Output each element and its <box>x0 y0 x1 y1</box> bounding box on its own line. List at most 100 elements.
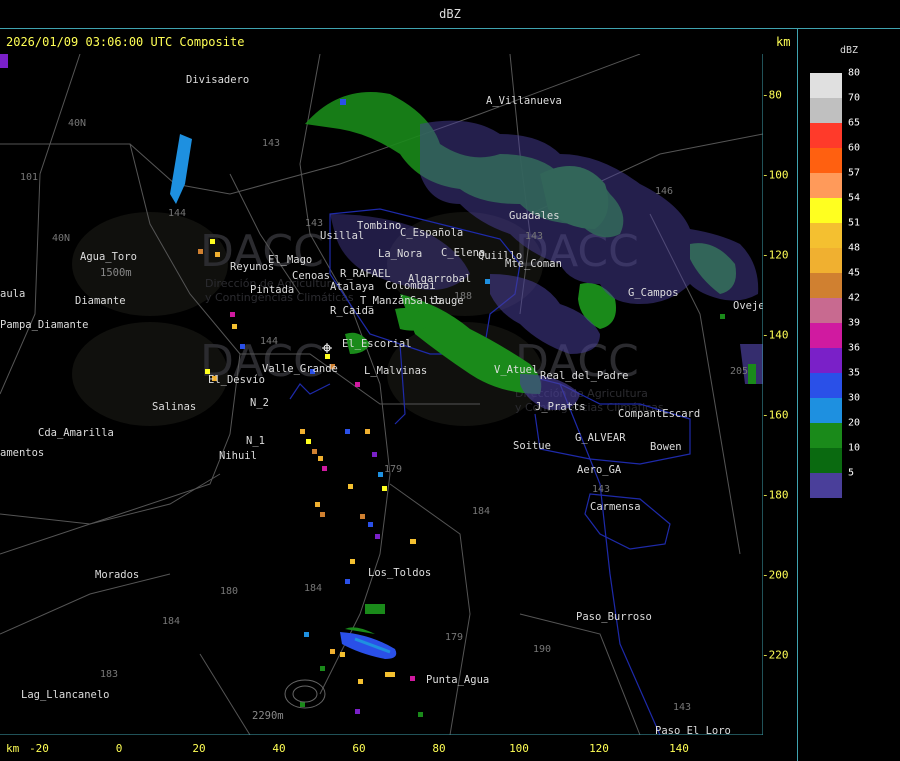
route-number: 184 <box>304 583 322 594</box>
place-label: Colombai <box>385 280 436 292</box>
y-tick-label: -140 <box>762 328 789 342</box>
place-label: Paso_Burroso <box>576 611 652 623</box>
place-label: Real_del_Padre <box>540 370 629 382</box>
place-label: C_Española <box>400 227 463 239</box>
legend-swatch <box>810 473 842 498</box>
place-label: V_Atuel <box>494 364 538 376</box>
legend-label: 42 <box>848 292 861 304</box>
x-tick-label: -20 <box>29 742 49 755</box>
place-label: Valle_Grande <box>262 363 338 375</box>
route-number: 143 <box>592 484 610 495</box>
legend-swatch <box>810 223 842 248</box>
legend-swatch <box>810 448 842 473</box>
route-number: 183 <box>100 669 118 680</box>
legend-swatch <box>810 323 842 348</box>
place-label: G_Campos <box>628 287 679 299</box>
place-label: N_1 <box>246 435 265 447</box>
y-tick-label: -200 <box>762 568 789 582</box>
y-tick-label: -100 <box>762 168 789 182</box>
place-label: A_Villanueva <box>486 95 562 107</box>
route-number: 144 <box>260 336 278 347</box>
y-tick-label: -160 <box>762 408 789 422</box>
place-label: Guadales <box>509 210 560 222</box>
place-label: Divisadero <box>186 74 249 86</box>
legend-swatch <box>810 373 842 398</box>
place-label: Tombino <box>357 220 401 232</box>
timestamp-label: 2026/01/09 03:06:00 UTC Composite <box>6 35 245 49</box>
place-label: Lag_Llancanelo <box>21 689 110 701</box>
place-label: Bowen <box>650 441 682 453</box>
place-label: aula <box>0 288 25 300</box>
place-label: Nihuil <box>219 450 257 462</box>
legend-label: 45 <box>848 267 861 279</box>
route-number: 143 <box>525 231 543 242</box>
legend-swatch <box>810 273 842 298</box>
y-tick-label: -180 <box>762 488 789 502</box>
legend-swatch <box>810 73 842 98</box>
route-number: 143 <box>305 218 323 229</box>
legend-label: 60 <box>848 142 861 154</box>
route-number: 40N <box>68 118 86 129</box>
place-label: Salinas <box>152 401 196 413</box>
place-label: Pintada <box>250 284 294 296</box>
place-label: Soitue <box>513 440 551 452</box>
legend-swatch <box>810 248 842 273</box>
legend-swatch <box>810 123 842 148</box>
place-label: Cda_Amarilla <box>38 427 114 439</box>
place-label: L_Malvinas <box>364 365 427 377</box>
legend-label: 5 <box>848 467 855 479</box>
legend-swatch <box>810 198 842 223</box>
x-tick-label: 120 <box>589 742 609 755</box>
place-label: Paso_El_Loro <box>655 725 731 735</box>
route-number: 143 <box>262 138 280 149</box>
legend-swatch <box>810 173 842 198</box>
place-label: Los_Toldos <box>368 567 431 579</box>
route-number: 40N <box>52 233 70 244</box>
place-label: CompantEscard <box>618 408 700 420</box>
legend-label: 70 <box>848 92 861 104</box>
route-number: 188 <box>454 291 472 302</box>
y-tick-label: -80 <box>762 88 782 102</box>
x-tick-label: 60 <box>352 742 366 755</box>
place-label: J_Pratts <box>535 401 586 413</box>
place-label: Atalaya <box>330 281 374 293</box>
route-number: 184 <box>162 616 180 627</box>
radar-map[interactable]: DACC DACC DACC DACC Dirección de Agricul… <box>0 54 763 735</box>
legend-label: 20 <box>848 417 861 429</box>
route-number: 143 <box>673 702 691 713</box>
place-label: Diamante <box>75 295 126 307</box>
legend-label: 54 <box>848 192 861 204</box>
route-number: 179 <box>384 464 402 475</box>
legend-swatch <box>810 148 842 173</box>
place-label: Agua_Toro <box>80 251 137 263</box>
place-label: Oveje <box>733 300 763 312</box>
place-label: 1500m <box>100 267 132 279</box>
legend-label: 48 <box>848 242 861 254</box>
x-tick-label: 80 <box>432 742 446 755</box>
x-tick-label: 20 <box>192 742 206 755</box>
legend-label: 57 <box>848 167 861 179</box>
y-unit-label: km <box>776 35 791 49</box>
route-number: 101 <box>20 172 38 183</box>
legend-swatch <box>810 423 842 448</box>
route-number: 205 <box>730 366 748 377</box>
top-bar: dBZ <box>0 0 900 29</box>
x-unit-label: km <box>6 742 20 755</box>
legend-swatch <box>810 348 842 373</box>
legend-label: 51 <box>848 217 861 229</box>
place-label: amentos <box>0 447 44 459</box>
legend-swatch <box>810 398 842 423</box>
route-number: 184 <box>472 506 490 517</box>
x-tick-label: 140 <box>669 742 689 755</box>
radar-map-svg: DACC DACC DACC DACC Dirección de Agricul… <box>0 54 763 735</box>
legend-swatch <box>810 298 842 323</box>
place-label: La_Nora <box>378 248 422 260</box>
place-label: Punta_Agua <box>426 674 489 686</box>
header-title: dBZ <box>439 7 461 21</box>
legend-label: 36 <box>848 342 861 354</box>
route-number: 179 <box>445 632 463 643</box>
y-tick-label: -120 <box>762 248 789 262</box>
place-label: Morados <box>95 569 139 581</box>
legend-swatch <box>810 98 842 123</box>
place-label: Mte_Coman <box>505 258 562 270</box>
